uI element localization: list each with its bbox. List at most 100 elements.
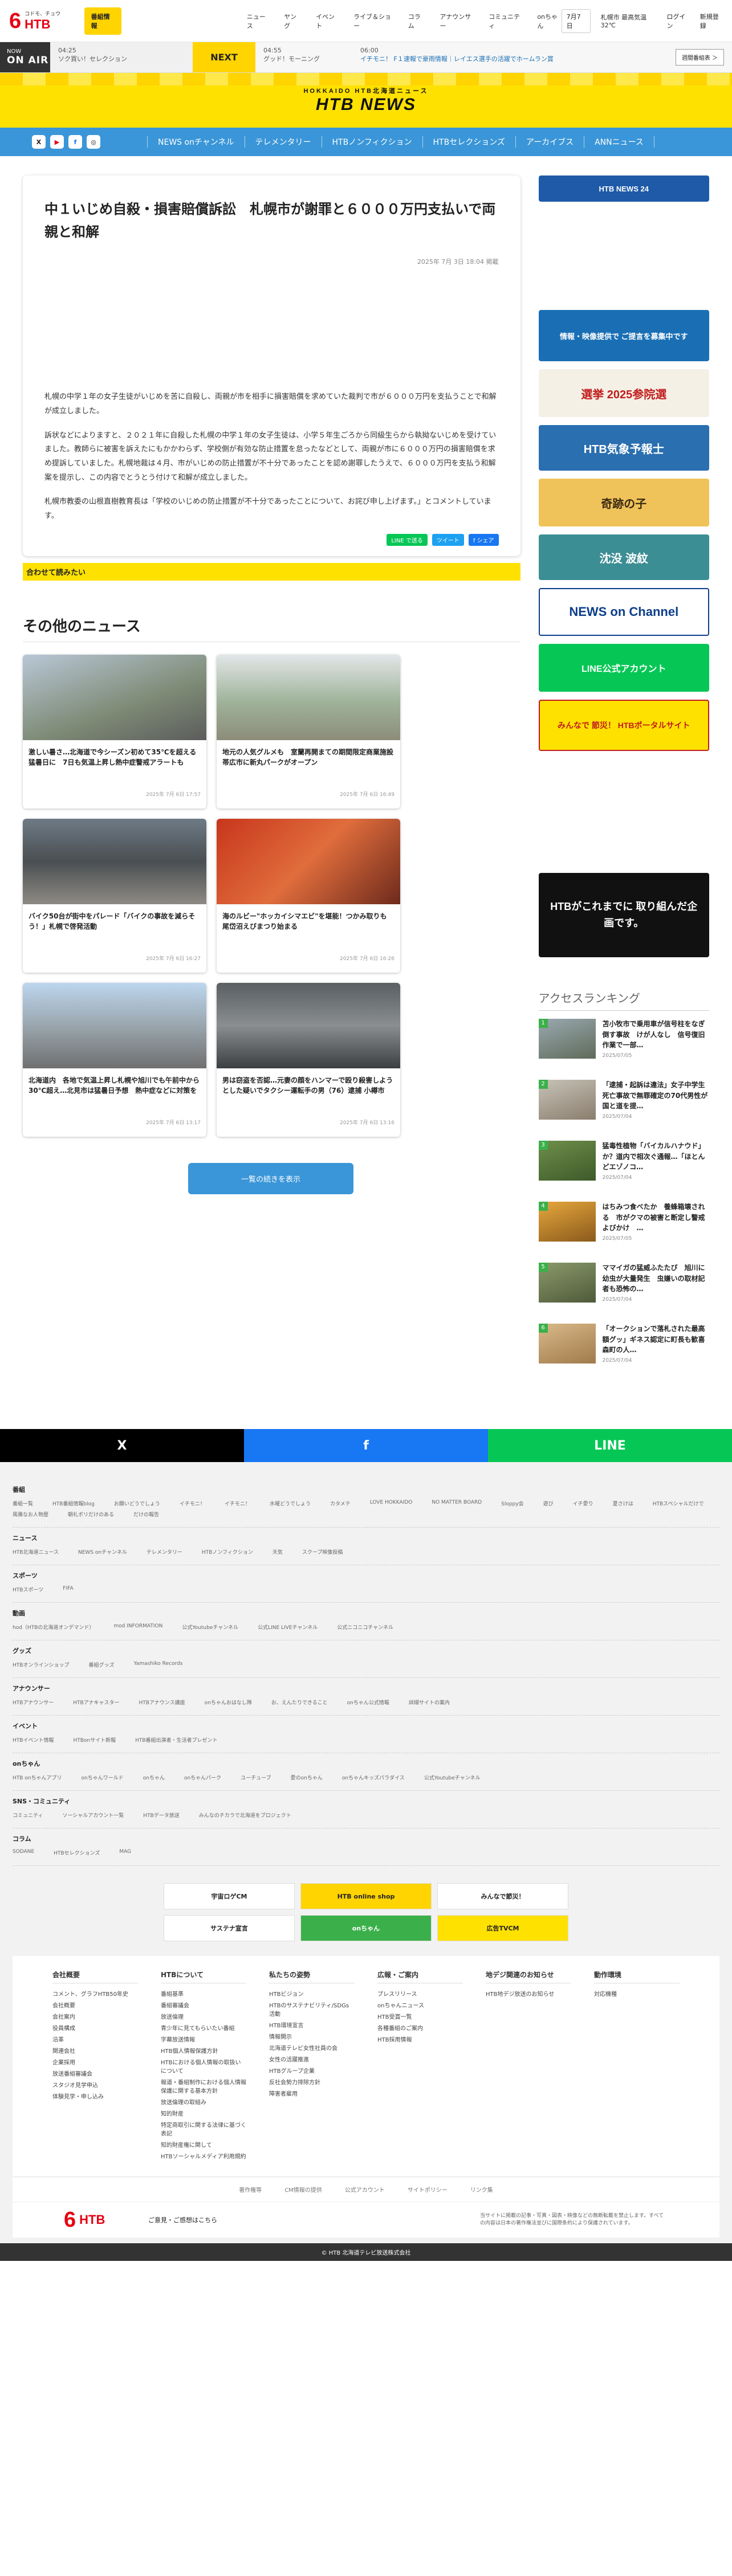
footer-link[interactable]: 夏さけは <box>613 1500 633 1507</box>
footer-link[interactable]: HTBセレクションズ <box>54 1849 100 1856</box>
footer-link[interactable]: MAG <box>119 1849 131 1856</box>
footer-column-link[interactable]: 知的財産 <box>161 2109 246 2117</box>
x-share-button[interactable]: X <box>0 1429 244 1462</box>
footer-column-link[interactable]: プレスリリース <box>377 1989 463 1998</box>
footer-column-link[interactable]: 企業採用 <box>52 2057 138 2066</box>
subnav-archives[interactable]: アーカイブス <box>516 136 585 148</box>
news-card[interactable]: バイク50台が街中をパレード「バイクの事故を減らそう！」札幌で啓発活動 2025年… <box>23 818 206 973</box>
more-news-button[interactable]: 一覧の続きを表示 <box>188 1162 353 1194</box>
footer-link[interactable]: hod（HTBの北海道オンデマンド） <box>13 1623 94 1631</box>
footer-column-link[interactable]: 会社概要 <box>52 2001 138 2009</box>
footer-column-link[interactable]: 番組審議会 <box>161 2001 246 2009</box>
footer-link[interactable]: 公式Youtubeチャンネル <box>182 1623 238 1631</box>
nav-item[interactable]: イベント <box>316 12 339 30</box>
footer-link[interactable]: onちゃん公式情報 <box>347 1699 389 1706</box>
tweet-button[interactable]: ツイート <box>432 533 464 546</box>
footer-banner[interactable]: 宇宙ロゲCM <box>164 1883 295 1909</box>
footer-link[interactable]: 遊び <box>543 1500 554 1507</box>
footer-column-link[interactable]: HTB個人情報保護方針 <box>161 2046 246 2055</box>
footer-link[interactable]: HTBイベント情報 <box>13 1736 54 1744</box>
footer-link[interactable]: HTBオンラインショップ <box>13 1661 69 1668</box>
footer-link[interactable]: onちゃんおはなし隊 <box>205 1699 252 1706</box>
footer-column-link[interactable]: 会社案内 <box>52 2012 138 2020</box>
footer-link[interactable]: 公式Youtubeチャンネル <box>424 1774 481 1781</box>
htb-news-banner[interactable]: HOKKAIDO HTB北海道ニュース HTB NEWS <box>0 73 732 128</box>
footer-link[interactable]: Yamashiko Records <box>133 1661 182 1668</box>
side-banner-chinbotsu[interactable]: 沈没 波紋 <box>538 534 709 580</box>
feedback-link[interactable]: ご意見・ご感想はこちら <box>148 2215 217 2224</box>
footer-column-link[interactable]: 各種番組のご案内 <box>377 2023 463 2032</box>
footer-column-link[interactable]: 字幕放送情報 <box>161 2035 246 2043</box>
footer-link[interactable]: HTB番組情報blog <box>52 1500 95 1507</box>
footer-link[interactable]: HTBアナウンサー <box>13 1699 54 1706</box>
footer-column-link[interactable]: 特定商取引に関する法律に基づく表記 <box>161 2120 246 2137</box>
footer-link[interactable]: HTBスペシャルだけで <box>653 1500 704 1507</box>
footer-link[interactable]: LOVE HOKKAIDO <box>370 1500 413 1507</box>
legal-link[interactable]: 公式アカウント <box>345 2185 385 2194</box>
footer-column-link[interactable]: 情報開示 <box>269 2032 355 2040</box>
footer-link[interactable]: HTBデータ放送 <box>143 1811 179 1819</box>
footer-column-link[interactable]: onちゃんニュース <box>377 2001 463 2009</box>
side-banner-line[interactable]: LINE公式アカウント <box>538 644 709 692</box>
footer-column-link[interactable]: HTB受賞一覧 <box>377 2012 463 2020</box>
weekly-schedule-button[interactable]: 週間番組表 ＞ <box>675 49 724 66</box>
footer-column-link[interactable]: HTBグループ企業 <box>269 2066 355 2075</box>
footer-column-link[interactable]: 沿革 <box>52 2035 138 2043</box>
footer-link[interactable]: HTBアナウンス講座 <box>139 1699 185 1706</box>
footer-column-link[interactable]: 放送番組審議会 <box>52 2069 138 2077</box>
footer-link[interactable]: HTBノンフィクション <box>202 1548 253 1556</box>
footer-link[interactable]: 水曜どうでしょう <box>270 1500 311 1507</box>
nav-item[interactable]: コミュニティ <box>489 12 522 30</box>
htb-logo[interactable]: 6 コドモ、チュウ HTB <box>9 10 79 32</box>
ranking-item[interactable]: 4 はちみつ食べたか 養蜂箱壊される 市がクマの被害と断定し警戒よびかけ … 202… <box>538 1202 709 1255</box>
nav-item[interactable]: onちゃん <box>537 12 561 30</box>
footer-link[interactable]: onちゃん <box>143 1774 165 1781</box>
nav-item[interactable]: ライブ＆ショー <box>353 12 393 30</box>
footer-link[interactable]: ソーシャルアカウント一覧 <box>62 1811 124 1819</box>
footer-banner[interactable]: サステナ宣言 <box>164 1915 295 1941</box>
line-share-button[interactable]: LINE で送る <box>387 533 428 546</box>
login-link[interactable]: ログイン <box>666 12 689 30</box>
line-share-bar-button[interactable]: LINE <box>488 1429 732 1462</box>
footer-link[interactable]: カタメテ <box>330 1500 351 1507</box>
news-card[interactable]: 海のルビー"ホッカイシマエビ"を堪能！つかみ取りも 尾岱沼えびまつり始まる 202… <box>217 818 400 973</box>
footer-column-link[interactable]: 知的財産権に関して <box>161 2140 246 2149</box>
promo-banner[interactable]: HTBがこれまでに 取り組んだ企画です。 <box>538 873 709 957</box>
footer-column-link[interactable]: 対応機種 <box>594 1989 680 1998</box>
facebook-share-button[interactable]: f シェア <box>468 533 499 546</box>
footer-link[interactable]: スクープ映像投稿 <box>302 1548 343 1556</box>
footer-column-link[interactable]: HTBビジョン <box>269 1989 355 1998</box>
ranking-item[interactable]: 3 猛毒性植物「バイカルハナウド」か？道内で相次ぐ通報…「ほとんどエゾノコ… 202… <box>538 1141 709 1194</box>
footer-column-link[interactable]: HTBソーシャルメディア利用規約 <box>161 2152 246 2160</box>
footer-banner[interactable]: 広告TVCM <box>437 1915 568 1941</box>
footer-link[interactable]: 番組一覧 <box>13 1500 33 1507</box>
side-banner-election[interactable]: 選挙 2025参院選 <box>538 369 709 417</box>
footer-link[interactable]: mod INFORMATION <box>113 1623 162 1631</box>
footer-link[interactable]: HTB onちゃんアプリ <box>13 1774 62 1781</box>
side-banner-weather[interactable]: HTB気象予報士 <box>538 425 709 471</box>
subnav-telementary[interactable]: テレメンタリー <box>245 136 322 148</box>
footer-column-link[interactable]: 体験見学・申し込み <box>52 2092 138 2100</box>
footer-column-link[interactable]: HTB地デジ放送のお知らせ <box>486 1989 571 1998</box>
ranking-item[interactable]: 1 苫小牧市で乗用車が信号柱をなぎ倒す事故 けが人なし 信号復旧作業で一部… 202… <box>538 1019 709 1072</box>
footer-link[interactable]: テレメンタリー <box>147 1548 182 1556</box>
footer-column-link[interactable]: HTB採用情報 <box>377 2035 463 2043</box>
nav-item[interactable]: アナウンサー <box>440 12 474 30</box>
footer-link[interactable]: イチモニ！ <box>225 1500 250 1507</box>
subnav-selections[interactable]: HTBセレクションズ <box>423 136 516 148</box>
footer-banner[interactable]: onちゃん <box>300 1915 432 1941</box>
footer-link[interactable]: 朝礼ボリだけのある <box>68 1511 114 1518</box>
facebook-share-bar-button[interactable]: f <box>244 1429 488 1462</box>
footer-link[interactable]: NO MATTER BOARD <box>432 1500 482 1507</box>
footer-link[interactable]: NEWS onチャンネル <box>78 1548 127 1556</box>
footer-column-link[interactable]: HTB環境宣言 <box>269 2020 355 2029</box>
side-banner-info[interactable]: 情報・映像提供で ご提言を募集中です <box>538 310 709 361</box>
footer-link[interactable]: 公式LINE LIVEチャンネル <box>258 1623 318 1631</box>
footer-column-link[interactable]: 放送倫理の取組み <box>161 2097 246 2106</box>
subnav-news-on-channel[interactable]: NEWS onチャンネル <box>147 136 245 148</box>
footer-link[interactable]: だけの報告 <box>133 1511 159 1518</box>
ranking-item[interactable]: 5 ママイガの猛威ふたたび 旭川に幼虫が大量発生 虫嫌いの取材記者も恐怖の… 202… <box>538 1263 709 1316</box>
side-banner-portal[interactable]: みんなで 節災！ HTBポータルサイト <box>538 700 709 751</box>
legal-link[interactable]: サイトポリシー <box>408 2185 448 2194</box>
facebook-icon[interactable]: f <box>68 135 82 149</box>
